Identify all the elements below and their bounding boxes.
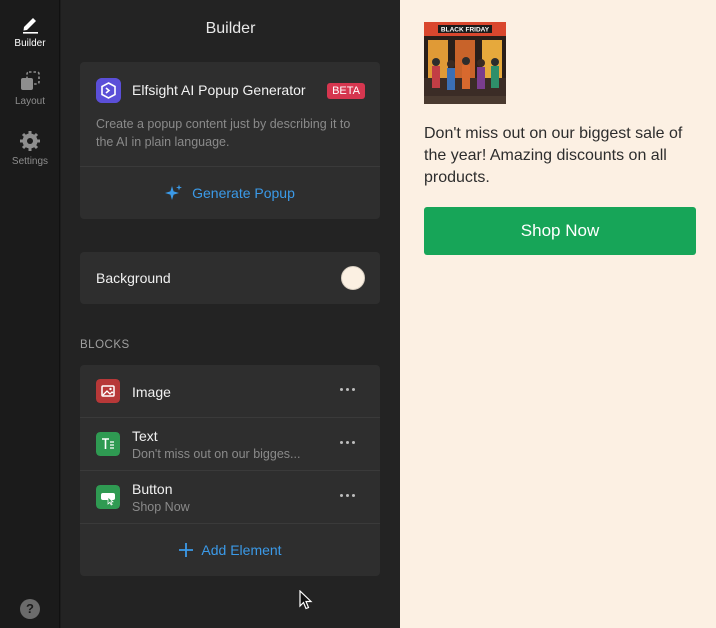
pencil-icon xyxy=(23,18,38,34)
generate-popup-button[interactable]: Generate Popup xyxy=(80,167,380,219)
rail-layout-label: Layout xyxy=(14,96,46,107)
background-setting[interactable]: Background xyxy=(80,252,380,304)
generate-popup-label: Generate Popup xyxy=(192,185,295,201)
background-color-swatch[interactable] xyxy=(341,266,365,290)
rail-settings[interactable]: Settings xyxy=(0,130,60,167)
block-name: Text xyxy=(132,428,158,444)
help-icon[interactable]: ? xyxy=(20,599,40,619)
more-options-icon[interactable] xyxy=(340,488,358,502)
gear-icon xyxy=(20,131,40,151)
rail-builder[interactable]: Builder xyxy=(0,12,60,49)
blocks-list: Image Text Don't miss out on our bigges.… xyxy=(80,365,380,576)
block-subtitle: Don't miss out on our bigges... xyxy=(132,447,301,461)
beta-badge: BETA xyxy=(327,83,365,99)
ai-generator-card: Elfsight AI Popup Generator BETA Create … xyxy=(80,62,380,219)
panel-title: Builder xyxy=(205,20,256,37)
block-subtitle: Shop Now xyxy=(132,500,190,514)
ai-generator-description: Create a popup content just by describin… xyxy=(96,117,351,149)
more-options-icon[interactable] xyxy=(340,382,358,396)
add-element-label: Add Element xyxy=(201,542,282,558)
ai-generator-title: Elfsight AI Popup Generator xyxy=(132,82,306,98)
svg-text:BLACK FRIDAY: BLACK FRIDAY xyxy=(441,27,490,34)
text-icon xyxy=(96,432,120,456)
mouse-cursor-icon xyxy=(299,590,313,610)
more-options-icon[interactable] xyxy=(340,435,358,449)
block-item-button[interactable]: Button Shop Now xyxy=(80,471,380,524)
black-friday-image: BLACK FRIDAY xyxy=(424,22,506,104)
shop-now-button[interactable]: Shop Now xyxy=(424,207,696,255)
add-element-button[interactable]: Add Element xyxy=(80,524,380,576)
image-icon xyxy=(96,379,120,403)
button-icon xyxy=(96,485,120,509)
popup-text: Don't miss out on our biggest sale of th… xyxy=(424,125,683,186)
elfsight-ai-logo-icon xyxy=(96,78,121,103)
side-rail: Builder Layout Settings ? xyxy=(0,0,60,628)
block-item-text[interactable]: Text Don't miss out on our bigges... xyxy=(80,418,380,471)
block-name: Image xyxy=(132,384,171,400)
background-label: Background xyxy=(96,270,171,286)
block-name: Button xyxy=(132,481,173,497)
layout-icon xyxy=(21,71,40,90)
block-item-image[interactable]: Image xyxy=(80,365,380,418)
popup-preview: BLACK FRIDAY Don't miss out on our bigge… xyxy=(400,0,716,628)
rail-settings-label: Settings xyxy=(11,156,49,167)
plus-icon xyxy=(179,543,194,557)
rail-layout[interactable]: Layout xyxy=(0,70,60,107)
sparkle-icon xyxy=(165,184,183,200)
builder-panel: Builder Elfsight AI Popup Generator BETA… xyxy=(61,0,400,628)
rail-builder-label: Builder xyxy=(14,38,46,49)
blocks-heading: BLOCKS xyxy=(80,339,130,351)
